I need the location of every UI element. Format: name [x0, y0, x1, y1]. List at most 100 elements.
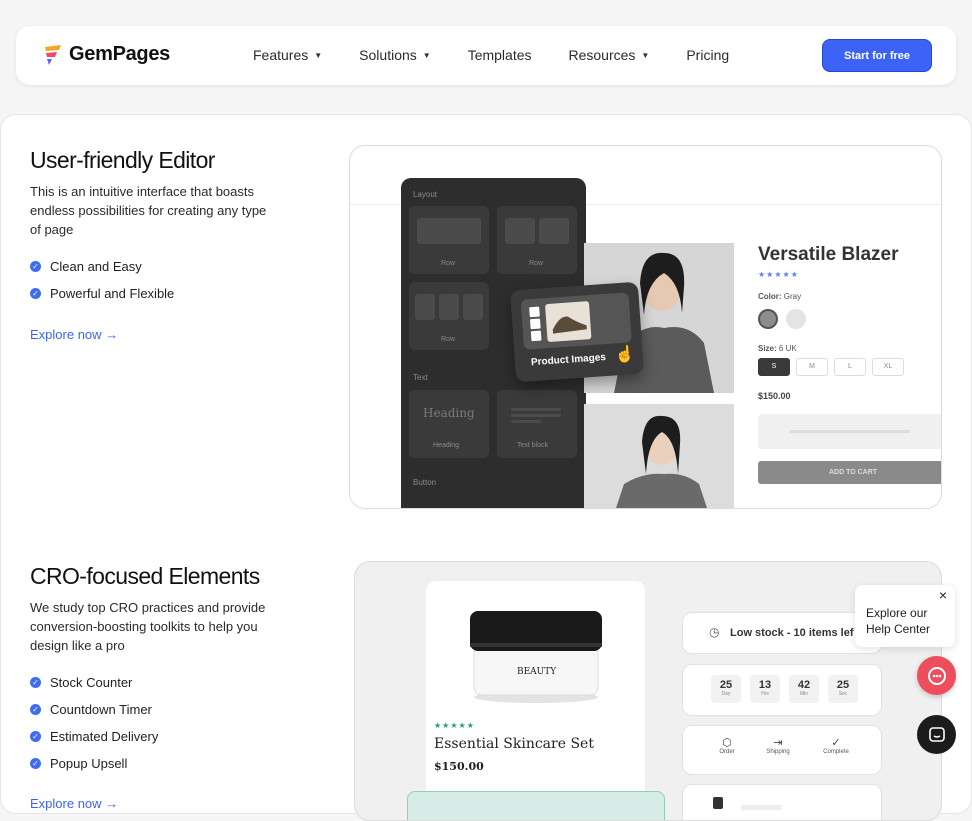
delivery-step: ⇥ Shipping [763, 736, 793, 755]
button-label: Button [413, 478, 437, 487]
quantity-bar[interactable] [758, 414, 941, 449]
row-block [463, 294, 483, 320]
row-label: Row [441, 260, 456, 267]
explore-now-link[interactable]: Explore now → [30, 327, 118, 342]
feature-label: Powerful and Flexible [50, 286, 175, 301]
menu-templates[interactable]: Templates [468, 47, 532, 63]
help-center-tooltip[interactable]: Explore our Help Center × [855, 585, 955, 647]
feature-item: ✓ Estimated Delivery [30, 729, 158, 744]
check-icon: ✓ [30, 758, 41, 769]
menu-features[interactable]: Features ▼ [253, 47, 322, 63]
color-label: Color: [758, 292, 782, 301]
editor-preview-card: Layout Row Row Row Text Heading Heading … [349, 145, 942, 509]
feature-item: ✓ Stock Counter [30, 675, 132, 690]
check-icon: ✓ [30, 677, 41, 688]
feature-label: Popup Upsell [50, 756, 128, 771]
menu-resources-label: Resources [568, 47, 636, 63]
swatch-light[interactable] [786, 309, 806, 329]
cro-preview-card: BEAUTY ★★★★★ Essential Skincare Set $150… [354, 561, 942, 821]
popup-upsell-preview [682, 784, 882, 820]
feature-item: ✓ Countdown Timer [30, 702, 152, 717]
timer-value: 13 [758, 679, 772, 691]
upsell-bar[interactable] [407, 791, 665, 820]
feature-item: ✓ Powerful and Flexible [30, 286, 174, 301]
text-block-tile[interactable]: Text block [497, 390, 577, 458]
section-desc-editor: This is an intuitive interface that boas… [30, 184, 267, 237]
row-block [505, 218, 535, 244]
help-tip-text: Explore our Help Center [866, 606, 931, 636]
skincare-jar-icon [470, 611, 602, 703]
shoe-image [544, 301, 592, 343]
start-for-free-button[interactable]: Start for free [822, 39, 932, 72]
model-photo-icon [584, 404, 734, 508]
feature-label: Clean and Easy [50, 259, 142, 274]
size-label: Size: [758, 344, 777, 353]
timer-unit: Day [721, 691, 731, 697]
row-label: Row [441, 336, 456, 343]
thumb-strip [529, 306, 542, 342]
color-line: Color: Gray [758, 292, 801, 301]
menu-solutions[interactable]: Solutions ▼ [359, 47, 431, 63]
timer-min: 42 Min [789, 675, 819, 703]
stock-text: Low stock - 10 items lef [730, 627, 854, 639]
heading-tile[interactable]: Heading Heading [409, 390, 489, 458]
row-block [539, 218, 569, 244]
size-option[interactable]: S [758, 358, 790, 376]
brand-logo[interactable]: GemPages [43, 43, 170, 66]
row-block [417, 218, 481, 244]
size-line: Size: 6 UK [758, 344, 797, 353]
timer-value: 25 [836, 679, 850, 691]
clock-icon: ◷ [709, 625, 720, 639]
section-title-cro: CRO-focused Elements [30, 563, 260, 589]
row-tile[interactable]: Row [409, 206, 489, 274]
help-center-badge[interactable] [917, 656, 956, 695]
text-block-label: Text block [517, 442, 549, 449]
add-to-cart-button[interactable]: ADD TO CART [758, 461, 941, 484]
brand-name: GemPages [69, 43, 170, 65]
product-title: Versatile Blazer [758, 244, 899, 265]
section-title-editor: User-friendly Editor [30, 147, 215, 173]
delivery-step: ⬡ Order [715, 736, 739, 755]
product-images-drag-card[interactable]: Product Images ☝ [509, 281, 645, 383]
check-circle-icon: ✓ [831, 737, 841, 749]
rating-stars: ★★★★★ [434, 721, 475, 730]
menu-pricing[interactable]: Pricing [686, 47, 729, 63]
delivery-step-label: Order [719, 749, 735, 755]
main-menu: Features ▼ Solutions ▼ Templates Resources… [253, 47, 766, 63]
chat-launcher[interactable] [917, 715, 956, 754]
timer-unit: Hrs [761, 691, 769, 697]
delivery-step-label: Complete [823, 749, 849, 755]
menu-solutions-label: Solutions [359, 47, 417, 63]
row-label: Row [529, 260, 544, 267]
rating-stars: ★★★★★ [758, 270, 799, 279]
chat-icon [928, 726, 945, 742]
timer-value: 25 [719, 679, 733, 691]
row-tile[interactable]: Row [497, 206, 577, 274]
close-icon[interactable]: × [939, 587, 947, 603]
menu-resources[interactable]: Resources ▼ [569, 47, 650, 63]
heading-label: Heading [433, 442, 460, 449]
caret-down-icon: ▼ [422, 50, 431, 60]
countdown-timer: 25 Day 13 Hrs 42 Min 25 Sec [682, 664, 882, 716]
support-chat-icon [927, 666, 946, 685]
product-price: $150.00 [758, 391, 791, 401]
drag-label: Product Images [530, 352, 607, 369]
check-icon: ✓ [30, 261, 41, 272]
row-block [415, 294, 435, 320]
jar-brand: BEAUTY [517, 667, 557, 677]
size-option[interactable]: L [834, 358, 866, 376]
feature-item: ✓ Clean and Easy [30, 259, 142, 274]
menu-templates-label: Templates [467, 47, 532, 63]
stock-counter: ◷ Low stock - 10 items lef [682, 612, 882, 654]
size-option[interactable]: M [796, 358, 828, 376]
skincare-title: Essential Skincare Set [434, 736, 594, 752]
swatch-gray[interactable] [758, 309, 778, 329]
section-desc-cro: We study top CRO practices and provide c… [30, 600, 266, 653]
timer-unit: Sec [838, 691, 848, 697]
explore-now-link[interactable]: Explore now → [30, 796, 118, 811]
menu-features-label: Features [253, 47, 309, 63]
layout-label: Layout [413, 190, 438, 199]
size-option[interactable]: XL [872, 358, 904, 376]
text-line [511, 408, 561, 411]
row-tile[interactable]: Row [409, 282, 489, 350]
